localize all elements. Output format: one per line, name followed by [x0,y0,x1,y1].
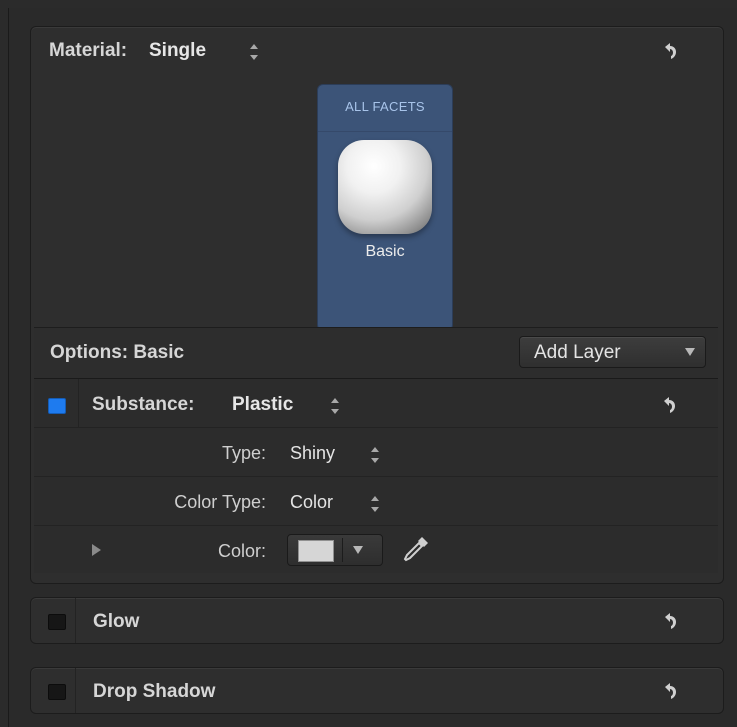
type-label: Type: [221,443,266,463]
material-preview-cube [338,140,432,234]
substance-value[interactable]: Plastic [232,394,293,416]
color-label: Color: [217,541,266,561]
material-stepper-icon[interactable] [249,43,259,61]
eyedropper-icon[interactable] [401,534,431,564]
color-well-divider [342,538,343,562]
material-reset-icon[interactable] [661,42,679,60]
disclosure-triangle-icon[interactable] [92,544,101,556]
drop-shadow-label: Drop Shadow [93,681,216,702]
glow-label: Glow [93,611,140,632]
color-type-stepper-icon[interactable] [370,495,380,513]
chevron-down-icon[interactable] [353,546,363,554]
color-row: Color: [34,526,718,574]
options-bar: Options: Basic Add Layer [34,327,718,378]
color-swatch[interactable] [298,540,334,562]
color-well[interactable] [287,534,383,566]
glow-reset-icon[interactable] [661,612,679,630]
chevron-down-icon [685,348,695,356]
tile-name: Basic [365,243,405,260]
color-type-value[interactable]: Color [290,492,333,513]
type-value[interactable]: Shiny [290,443,335,464]
drop-shadow-enable-checkbox[interactable] [48,684,66,700]
options-label: Options: Basic [50,342,185,363]
substance-reset-icon[interactable] [660,396,678,414]
type-stepper-icon[interactable] [370,446,380,464]
type-row: Type: Shiny [34,428,718,477]
substance-enable-checkbox[interactable] [48,398,66,414]
add-layer-label: Add Layer [534,342,621,363]
drop-shadow-reset-icon[interactable] [661,682,679,700]
tile-divider [318,131,452,132]
row-divider [75,598,76,643]
substance-stepper-icon[interactable] [330,397,340,415]
material-value[interactable]: Single [149,40,206,62]
substance-section: Substance: Plastic Type: Shiny Color Typ… [34,378,718,573]
glow-group: Glow [30,597,724,644]
row-divider [75,668,76,713]
material-label: Material: [49,40,128,61]
glow-enable-checkbox[interactable] [48,614,66,630]
color-type-label: Color Type: [174,492,266,512]
inspector-panel: Material: Single ALL FACETS Basic Option… [8,8,737,727]
drop-shadow-group: Drop Shadow [30,667,724,714]
material-tile-all-facets[interactable]: ALL FACETS Basic [317,84,453,331]
substance-label: Substance: [92,394,195,415]
tile-title: ALL FACETS [345,99,425,114]
row-divider [78,379,79,427]
add-layer-dropdown[interactable]: Add Layer [519,336,706,368]
color-type-row: Color Type: Color [34,477,718,526]
substance-header-row: Substance: Plastic [34,379,718,428]
